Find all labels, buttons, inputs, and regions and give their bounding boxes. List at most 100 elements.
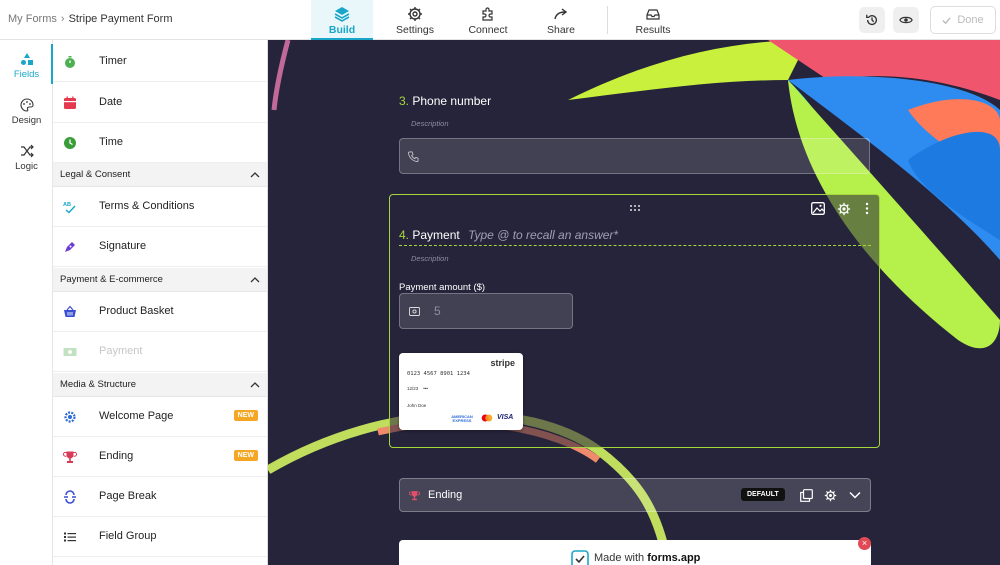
svg-text:AB: AB (63, 202, 71, 208)
chevron-up-icon (250, 172, 260, 178)
question-title-payment[interactable]: 4. Payment Type @ to recall an answer* (399, 228, 618, 242)
payment-amount-input[interactable]: 5 (399, 293, 573, 329)
gear-icon[interactable] (837, 202, 851, 216)
chevron-down-icon[interactable] (849, 491, 861, 499)
tab-connect[interactable]: Connect (458, 0, 518, 40)
rail-item-logic[interactable]: Logic (0, 136, 53, 180)
inbox-icon (646, 9, 660, 20)
field-label-signature: Signature (99, 240, 147, 252)
rail-label-design: Design (11, 115, 42, 126)
field-item-field-group[interactable]: Field Group (53, 517, 267, 557)
card-expiry-value: 12/23 (407, 386, 419, 391)
field-item-product-basket[interactable]: Product Basket (53, 292, 267, 332)
stripe-logo: stripe (490, 358, 515, 368)
trophy-icon (63, 451, 77, 463)
question-title-phone[interactable]: 3. Phone number (399, 94, 491, 108)
field-item-date[interactable]: Date (53, 83, 267, 123)
rail-item-design[interactable]: Design (0, 90, 53, 134)
breadcrumb: My Forms › Stripe Payment Form (8, 13, 172, 25)
new-badge: NEW (233, 410, 258, 421)
field-label-timer: Timer (99, 55, 127, 67)
visa-logo: VISA (497, 414, 514, 421)
eye-icon (899, 16, 913, 24)
payment-amount-label: Payment amount ($) (399, 282, 486, 293)
tab-connect-label: Connect (468, 24, 508, 36)
money-icon (409, 307, 420, 316)
section-label-payment: Payment & E-commerce (60, 274, 163, 285)
field-label-field-group: Field Group (99, 530, 157, 542)
card-holder-name: John Doe (407, 403, 427, 408)
layers-icon (334, 7, 350, 22)
duplicate-icon[interactable] (800, 489, 813, 502)
question-description[interactable]: Description (411, 254, 449, 263)
tab-results[interactable]: Results (622, 0, 684, 40)
preview-button[interactable] (893, 7, 919, 33)
more-vertical-icon[interactable] (865, 202, 869, 215)
field-label-time: Time (99, 136, 124, 148)
stripe-card-preview: stripe 0123 4567 8901 1234 12/23 ••• Joh… (399, 353, 523, 430)
clock-icon (64, 137, 76, 149)
left-rail: Fields Design Logic (0, 40, 53, 565)
cash-icon (63, 348, 77, 356)
field-label-terms: Terms & Conditions (99, 200, 195, 212)
title-underline (399, 245, 871, 246)
puzzle-icon (482, 7, 493, 21)
share-arrow-icon (554, 8, 568, 20)
default-badge: DEFAULT (741, 488, 785, 501)
tab-share[interactable]: Share (531, 0, 591, 40)
breadcrumb-my-forms[interactable]: My Forms (8, 13, 57, 25)
mastercard-logo-icon (481, 414, 493, 422)
history-button[interactable] (859, 7, 885, 33)
tab-settings[interactable]: Settings (385, 0, 445, 40)
shapes-icon (20, 53, 33, 65)
made-with-banner[interactable]: Made with forms.app (399, 540, 871, 565)
calendar-icon (64, 96, 76, 109)
section-label-media: Media & Structure (60, 379, 137, 390)
question-number: 4. (399, 228, 410, 242)
field-label-payment: Payment (99, 345, 143, 357)
page-break-icon (64, 490, 76, 504)
gear-icon[interactable] (824, 489, 837, 502)
field-label-page-break: Page Break (99, 490, 157, 502)
field-item-time[interactable]: Time (53, 123, 267, 163)
section-label-legal: Legal & Consent (60, 169, 131, 180)
image-icon[interactable] (811, 202, 825, 215)
tab-share-label: Share (546, 24, 576, 36)
tab-build[interactable]: Build (311, 0, 373, 40)
question-description[interactable]: Description (411, 119, 449, 128)
phone-input[interactable] (399, 138, 870, 174)
card-expiry: 12/23 ••• (407, 386, 428, 391)
rail-item-fields[interactable]: Fields (0, 44, 53, 88)
field-item-timer[interactable]: Timer (53, 42, 267, 82)
chevron-up-icon (250, 382, 260, 388)
card-cvc: ••• (423, 386, 429, 391)
done-button[interactable]: Done (930, 6, 996, 34)
terms-check-icon: AB (63, 202, 76, 214)
section-header-media[interactable]: Media & Structure (53, 373, 267, 397)
payment-amount-value: 5 (434, 304, 441, 318)
gear-icon (408, 7, 422, 21)
field-item-signature[interactable]: Signature (53, 227, 267, 267)
breadcrumb-current: Stripe Payment Form (68, 13, 173, 25)
payment-question-block[interactable]: 4. Payment Type @ to recall an answer* D… (389, 194, 880, 448)
drag-handle-icon[interactable] (629, 204, 641, 212)
tab-build-label: Build (328, 24, 356, 36)
card-number: 0123 4567 8901 1234 (407, 371, 470, 377)
field-label-ending: Ending (99, 450, 134, 462)
ending-block[interactable]: Ending DEFAULT (399, 478, 871, 512)
section-header-legal[interactable]: Legal & Consent (53, 163, 267, 187)
fields-panel: Timer Date Time Legal & Consent AB Terms… (53, 40, 268, 565)
field-label-welcome-page: Welcome Page (99, 410, 174, 422)
field-item-page-break[interactable]: Page Break (53, 477, 267, 517)
field-item-terms[interactable]: AB Terms & Conditions (53, 187, 267, 227)
field-item-ending[interactable]: Ending NEW (53, 437, 267, 477)
stopwatch-icon (65, 56, 75, 68)
field-item-welcome-page[interactable]: Welcome Page NEW (53, 397, 267, 437)
section-header-payment[interactable]: Payment & E-commerce (53, 268, 267, 292)
close-banner-button[interactable]: × (858, 537, 871, 550)
basket-icon (64, 305, 76, 317)
question-number: 3. (399, 94, 410, 108)
made-with-brand: forms.app (647, 552, 701, 564)
field-item-payment: Payment (53, 332, 267, 372)
forms-app-logo-icon (571, 550, 589, 565)
